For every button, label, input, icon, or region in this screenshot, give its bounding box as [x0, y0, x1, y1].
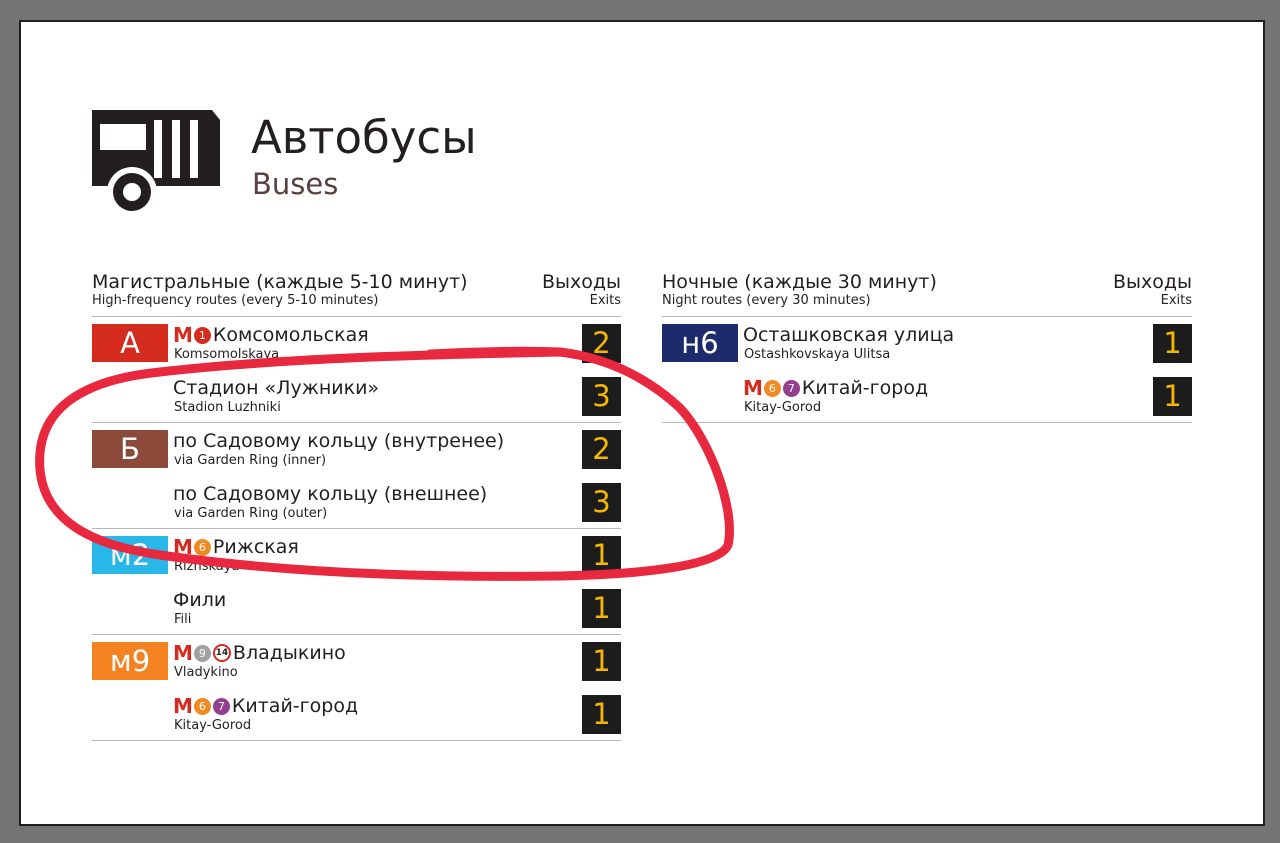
section-title: Ночные (каждые 30 минут): [662, 271, 937, 293]
route-row: м9 M 9 14 Владыкино Vladykino 1: [92, 635, 621, 688]
metro-logo-icon: M: [173, 535, 193, 559]
metro-line-icon: 7: [212, 697, 230, 715]
route-row: Фили Fili 1: [92, 582, 621, 635]
exit-number: 3: [582, 377, 621, 416]
stop-name-en: Stadion Luzhniki: [174, 400, 281, 415]
stop-info: M 9 14 Владыкино Vladykino: [173, 641, 346, 681]
stop-name-en: Ostashkovskaya Ulitsa: [744, 347, 891, 362]
stop-info: M 6 7 Китай-город Kitay-Gorod: [743, 376, 928, 416]
bus-icon: [92, 110, 220, 217]
stop-name-ru: Владыкино: [232, 642, 346, 664]
metro-line-icon: 7: [782, 379, 800, 397]
exits-header-en: Exits: [1160, 293, 1192, 308]
metro-line-icon: 6: [763, 379, 781, 397]
metro-line-icon: 6: [193, 538, 211, 556]
route-row: А M 1 Комсомольская Komsomolskaya 2: [92, 317, 621, 370]
stop-name-en: Komsomolskaya: [174, 347, 280, 362]
stop-name-ru: Комсомольская: [212, 324, 369, 346]
exits-header-en: Exits: [589, 293, 621, 308]
route-row: Стадион «Лужники» Stadion Luzhniki 3: [92, 370, 621, 423]
exit-number: 1: [1153, 377, 1192, 416]
route-row: M 6 7 Китай-город Kitay-Gorod 1: [662, 370, 1192, 423]
exits-header: Выходы: [541, 271, 621, 293]
stop-name-line: M 1 Комсомольская: [173, 323, 369, 347]
stop-name-line: M 6 7 Китай-город: [743, 376, 928, 400]
stop-name-en: Fili: [174, 612, 192, 627]
metro-logo-icon: M: [173, 694, 193, 718]
metro-line-icon: 14: [212, 644, 231, 662]
stop-name-ru: Рижская: [212, 536, 299, 558]
exit-number: 3: [582, 483, 621, 522]
route-row: н6 Осташковская улица Ostashkovskaya Ulits…: [662, 317, 1192, 370]
exits-header: Выходы: [1112, 271, 1192, 293]
stop-name-en: via Garden Ring (inner): [174, 453, 327, 468]
exit-number: 2: [582, 430, 621, 469]
night-routes-section: Ночные (каждые 30 минут) Night routes (e…: [662, 268, 1192, 423]
stop-info: по Садовому кольцу (внешнее) via Garden R…: [173, 482, 487, 522]
stop-name-ru: Фили: [173, 589, 227, 611]
stop-name-en: Kitay-Gorod: [744, 400, 822, 415]
stop-name-line: по Садовому кольцу (внешнее): [173, 482, 487, 506]
metro-line-icon: 6: [193, 697, 211, 715]
route-badge: м2: [92, 536, 168, 574]
route-row: Бпо Садовому кольцу (внутренее) via Garde…: [92, 423, 621, 476]
exit-number: 1: [582, 589, 621, 628]
metro-logo-icon: M: [173, 641, 193, 665]
stop-info: M 6 Рижская Rizhskaya: [173, 535, 299, 575]
stop-name-line: Фили: [173, 588, 226, 612]
metro-logo-icon: M: [743, 376, 763, 400]
stop-name-line: M 6 Рижская: [173, 535, 299, 559]
section-subtitle: High-frequency routes (every 5-10 minute…: [92, 293, 379, 308]
stop-name-ru: Осташковская улица: [743, 324, 955, 346]
route-list: н6 Осташковская улица Ostashkovskaya Ulits…: [662, 317, 1192, 423]
stop-name-en: Vladykino: [174, 665, 238, 680]
stop-name-en: via Garden Ring (outer): [174, 506, 328, 521]
stop-info: по Садовому кольцу (внутренее) via Garden…: [173, 429, 504, 469]
stop-info: Фили Fili: [173, 588, 226, 628]
route-badge: н6: [662, 324, 738, 362]
exit-number: 1: [582, 536, 621, 575]
exit-number: 1: [582, 695, 621, 734]
metro-line-icon: 1: [193, 326, 211, 344]
stop-name-en: Rizhskaya: [174, 559, 240, 574]
stop-name-line: M 6 7 Китай-город: [173, 694, 358, 718]
route-row: по Садовому кольцу (внешнее) via Garden R…: [92, 476, 621, 529]
metro-logo-icon: M: [173, 323, 193, 347]
high-frequency-routes-section: Магистральные (каждые 5-10 минут) High-f…: [92, 268, 621, 741]
stop-name-line: по Садовому кольцу (внутренее): [173, 429, 504, 453]
page-title: Автобусы: [251, 111, 477, 164]
exit-number: 1: [582, 642, 621, 681]
exit-number: 1: [1153, 324, 1192, 363]
stop-name-ru: Стадион «Лужники»: [173, 377, 380, 399]
metro-line-icon: 9: [193, 644, 211, 662]
stop-name-en: Kitay-Gorod: [174, 718, 252, 733]
stop-name-line: M 9 14 Владыкино: [173, 641, 346, 665]
route-badge: м9: [92, 642, 168, 680]
stop-info: Стадион «Лужники» Stadion Luzhniki: [173, 376, 379, 416]
route-row: м2 M 6 Рижская Rizhskaya 1: [92, 529, 621, 582]
stop-name-ru: по Садовому кольцу (внутренее): [173, 430, 505, 452]
stop-info: Осташковская улица Ostashkovskaya Ulitsa: [743, 323, 954, 363]
stop-name-ru: Китай-город: [801, 377, 929, 399]
stop-name-ru: по Садовому кольцу (внешнее): [173, 483, 488, 505]
stop-info: M 1 Комсомольская Komsomolskaya: [173, 323, 369, 363]
route-badge: А: [92, 324, 168, 362]
section-title: Магистральные (каждые 5-10 минут): [92, 271, 468, 293]
section-header: Ночные (каждые 30 минут) Night routes (e…: [662, 268, 1192, 317]
stop-info: M 6 7 Китай-город Kitay-Gorod: [173, 694, 358, 734]
route-list: А M 1 Комсомольская Komsomolskaya 2 Стадион «Л…: [92, 317, 621, 741]
section-subtitle: Night routes (every 30 minutes): [662, 293, 871, 308]
exit-number: 2: [582, 324, 621, 363]
stop-name-line: Стадион «Лужники»: [173, 376, 379, 400]
stop-name-line: Осташковская улица: [743, 323, 954, 347]
route-badge: Б: [92, 430, 168, 468]
stop-name-ru: Китай-город: [231, 695, 359, 717]
route-row: M 6 7 Китай-город Kitay-Gorod 1: [92, 688, 621, 741]
section-header: Магистральные (каждые 5-10 минут) High-f…: [92, 268, 621, 317]
page-subtitle: Buses: [252, 167, 339, 201]
